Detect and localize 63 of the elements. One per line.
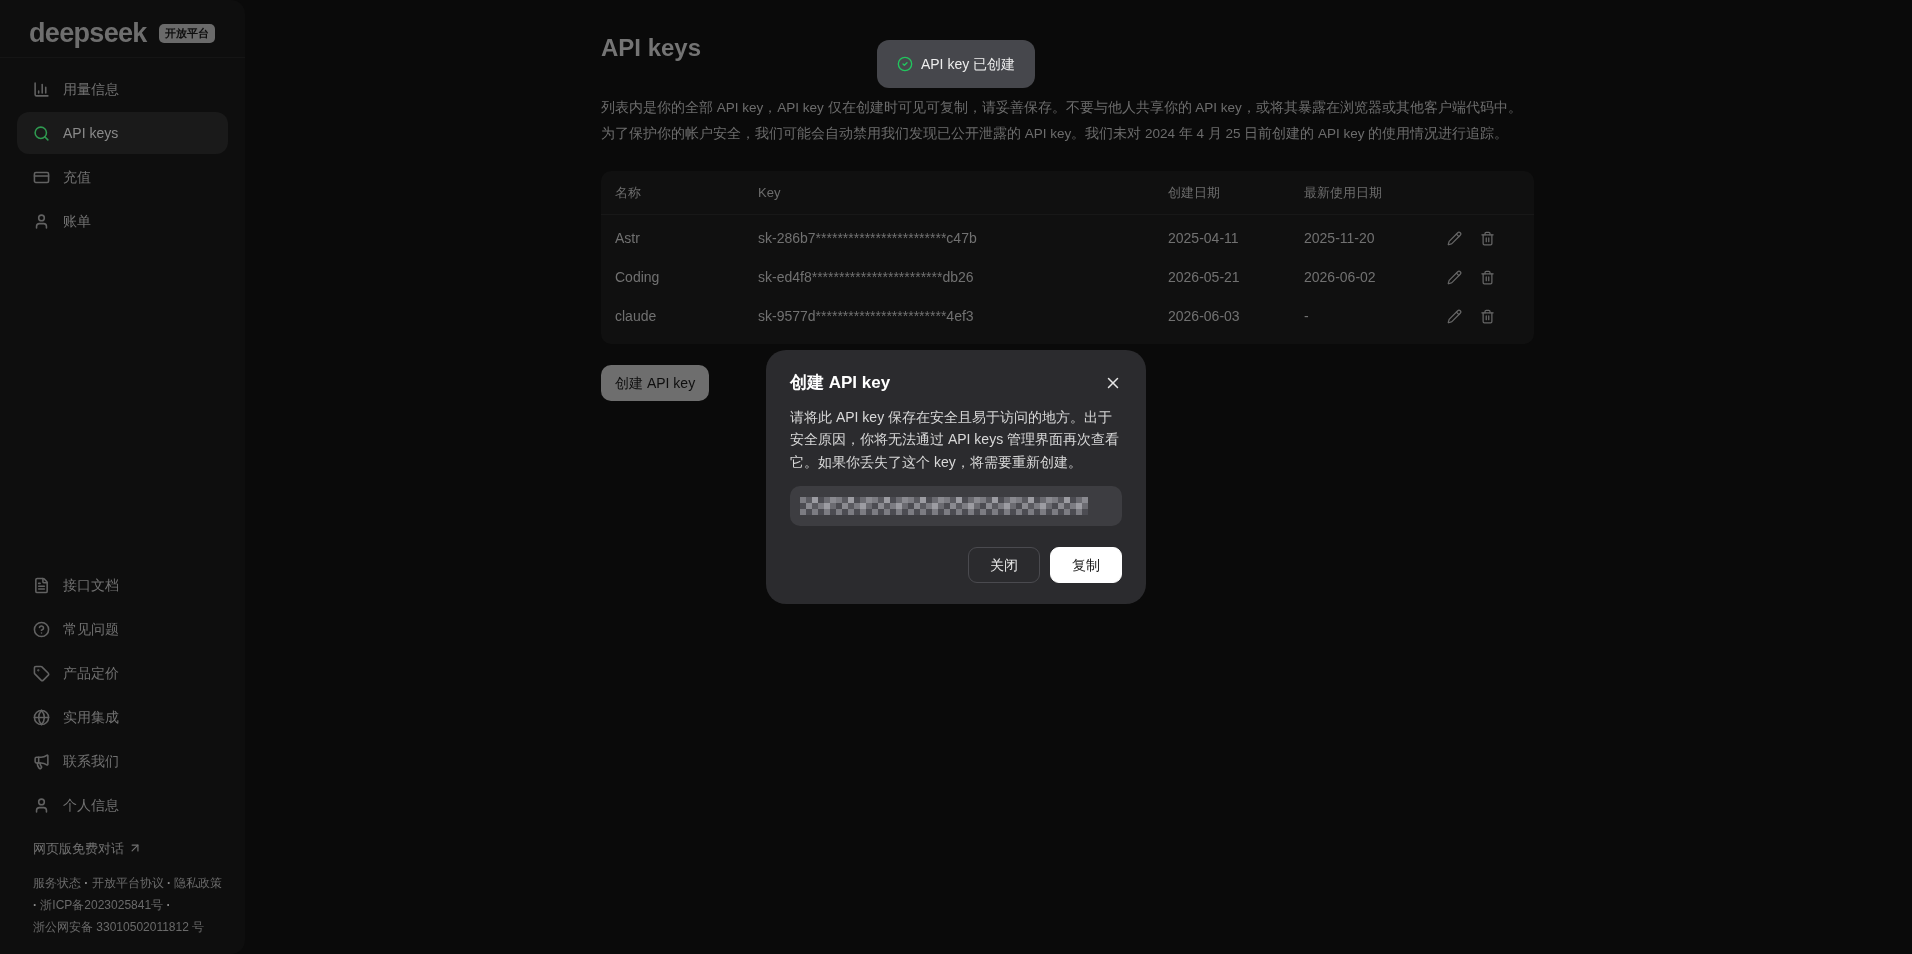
footer-link[interactable]: 浙ICP备2023025841号 — [40, 898, 164, 912]
column-header: Key — [758, 183, 782, 202]
close-button[interactable]: 关闭 — [968, 547, 1040, 584]
column-header: 最新使用日期 — [1304, 183, 1383, 202]
table-cell-text: 2025-04-11 — [1168, 229, 1240, 248]
separator-dot: · — [84, 876, 89, 890]
table-cell-text: sk-9577d************************4ef3 — [758, 307, 975, 326]
check-circle-icon — [896, 56, 913, 72]
table-cell-text: Astr — [615, 229, 641, 248]
toast-text: API key 已创建 — [920, 54, 1016, 74]
nav-item[interactable]: 账单 — [17, 200, 228, 242]
nav-item[interactable]: API keys — [17, 112, 228, 154]
table-cell-text: 2026-06-02 — [1304, 268, 1377, 287]
web-chat-link[interactable]: 网页版免费对话 — [33, 838, 142, 858]
create-key-button[interactable]: 创建 API key — [601, 365, 710, 401]
help-circle-icon — [33, 621, 50, 638]
description-text: 为了保护你的帐户安全，我们可能会自动禁用我们发现已公开泄露的 API key。我们未对 2024 年 4 月 25 日前创建的 API key 的使用情况进行追踪。 — [601, 125, 1510, 143]
nav-item[interactable]: 接口文档 — [17, 564, 228, 607]
trash-icon[interactable] — [1480, 270, 1495, 285]
platform-badge: 开放平台 — [158, 24, 215, 43]
table-cell-text: 2026-05-21 — [1168, 268, 1241, 287]
nav-item[interactable]: 产品定价 — [17, 652, 228, 695]
search-icon — [33, 124, 50, 142]
table-cell-text: - — [1304, 307, 1310, 326]
bar-chart-icon — [33, 80, 50, 98]
separator-dot: · — [166, 898, 171, 912]
tag-icon — [33, 665, 50, 682]
nav-item[interactable]: 实用集成 — [17, 696, 228, 739]
footer-link[interactable]: 浙公网安备 33010502011812 号 — [33, 920, 205, 934]
globe-icon — [33, 709, 50, 726]
table-cell-text: Coding — [615, 268, 661, 287]
column-header: 创建日期 — [1168, 183, 1221, 202]
copy-button[interactable]: 复制 — [1050, 547, 1122, 584]
nav-item[interactable]: 常见问题 — [17, 608, 228, 651]
nav-item[interactable]: 用量信息 — [17, 68, 228, 110]
separator-dot: · — [167, 876, 172, 890]
footer-link[interactable]: 开放平台协议 — [91, 876, 164, 890]
edit-pencil-icon[interactable] — [1447, 270, 1462, 285]
description-text: 列表内是你的全部 API key，API key 仅在创建时可见可复制，请妥善保存。不要与他人共享你的 API key，或将其暴露在浏览器或其他客户端代码中。 — [601, 99, 1523, 117]
document-icon — [33, 577, 50, 594]
dialog-message: 请将此 API key 保存在安全且易于访问的地方。出于安全原因，你将无法通过 API keys 管理界面再次查看它。如果你丢失了这个 key，将需要重新创建。 — [790, 407, 1121, 472]
table-cell-text: sk-286b7************************c47b — [758, 229, 978, 248]
table-cell-text: 2025-11-20 — [1304, 229, 1376, 248]
edit-pencil-icon[interactable] — [1447, 309, 1462, 324]
nav-item[interactable]: 联系我们 — [17, 740, 228, 783]
trash-icon[interactable] — [1480, 231, 1495, 246]
megaphone-icon — [33, 753, 50, 770]
table-cell-text: 2026-06-03 — [1168, 307, 1241, 326]
person-icon — [33, 797, 50, 814]
trash-icon[interactable] — [1480, 309, 1495, 324]
table-cell-text: sk-ed4f8************************db26 — [758, 268, 975, 287]
separator-dot: · — [33, 898, 37, 912]
table-cell-text: claude — [615, 307, 658, 326]
nav-item[interactable]: 充值 — [17, 156, 228, 198]
column-header: 名称 — [615, 183, 642, 202]
footer-link[interactable]: 隐私政策 — [174, 876, 223, 890]
footer-link[interactable]: 服务状态 — [33, 876, 81, 890]
nav-item[interactable]: 个人信息 — [17, 784, 228, 827]
logo-text: deepseek — [29, 20, 147, 47]
person-icon — [33, 212, 50, 230]
key-field[interactable] — [790, 486, 1122, 527]
edit-pencil-icon[interactable] — [1447, 231, 1462, 246]
dialog-title: 创建 API key — [790, 372, 891, 394]
